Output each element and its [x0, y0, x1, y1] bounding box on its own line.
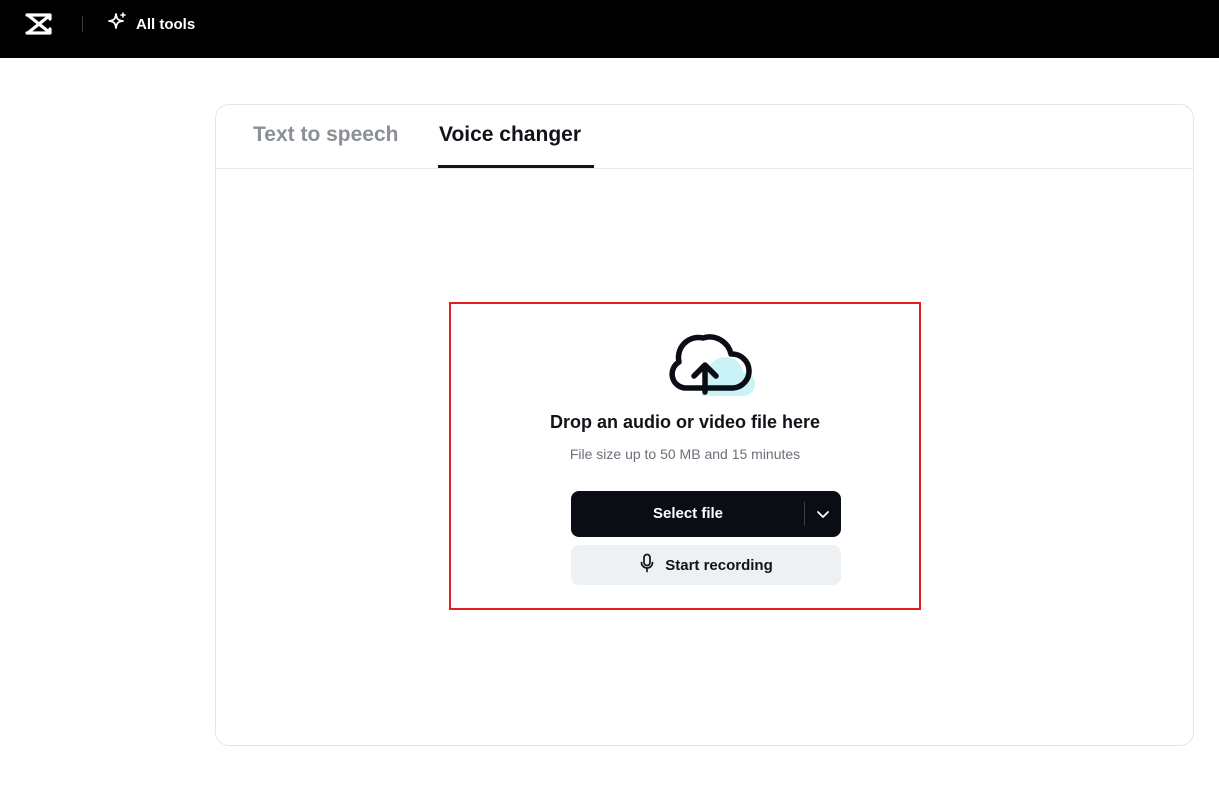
capcut-logo-icon[interactable] — [24, 11, 54, 37]
tab-text-to-speech[interactable]: Text to speech — [253, 123, 398, 147]
select-file-label: Select file — [652, 505, 724, 522]
topbar-divider — [82, 16, 83, 32]
tab-bar: Text to speech Voice changer — [216, 105, 1193, 169]
start-recording-button[interactable]: Start recording — [571, 545, 841, 585]
button-separator — [804, 502, 805, 526]
drop-title: Drop an audio or video file here — [549, 412, 821, 432]
drop-subtitle: File size up to 50 MB and 15 minutes — [569, 446, 801, 462]
microphone-icon — [639, 553, 655, 578]
tab-voice-changer[interactable]: Voice changer — [439, 123, 581, 147]
chevron-down-icon[interactable] — [815, 506, 831, 522]
top-bar: All tools — [0, 0, 1219, 58]
select-file-button[interactable]: Select file — [571, 491, 841, 537]
start-recording-label: Start recording — [665, 556, 773, 574]
all-tools-label: All tools — [136, 15, 196, 33]
sparkle-icon — [106, 11, 128, 38]
file-drop-zone[interactable]: Drop an audio or video file here File si… — [449, 302, 921, 610]
all-tools-button[interactable]: All tools — [106, 11, 196, 38]
active-tab-indicator — [438, 165, 594, 168]
cloud-upload-icon — [665, 330, 755, 402]
